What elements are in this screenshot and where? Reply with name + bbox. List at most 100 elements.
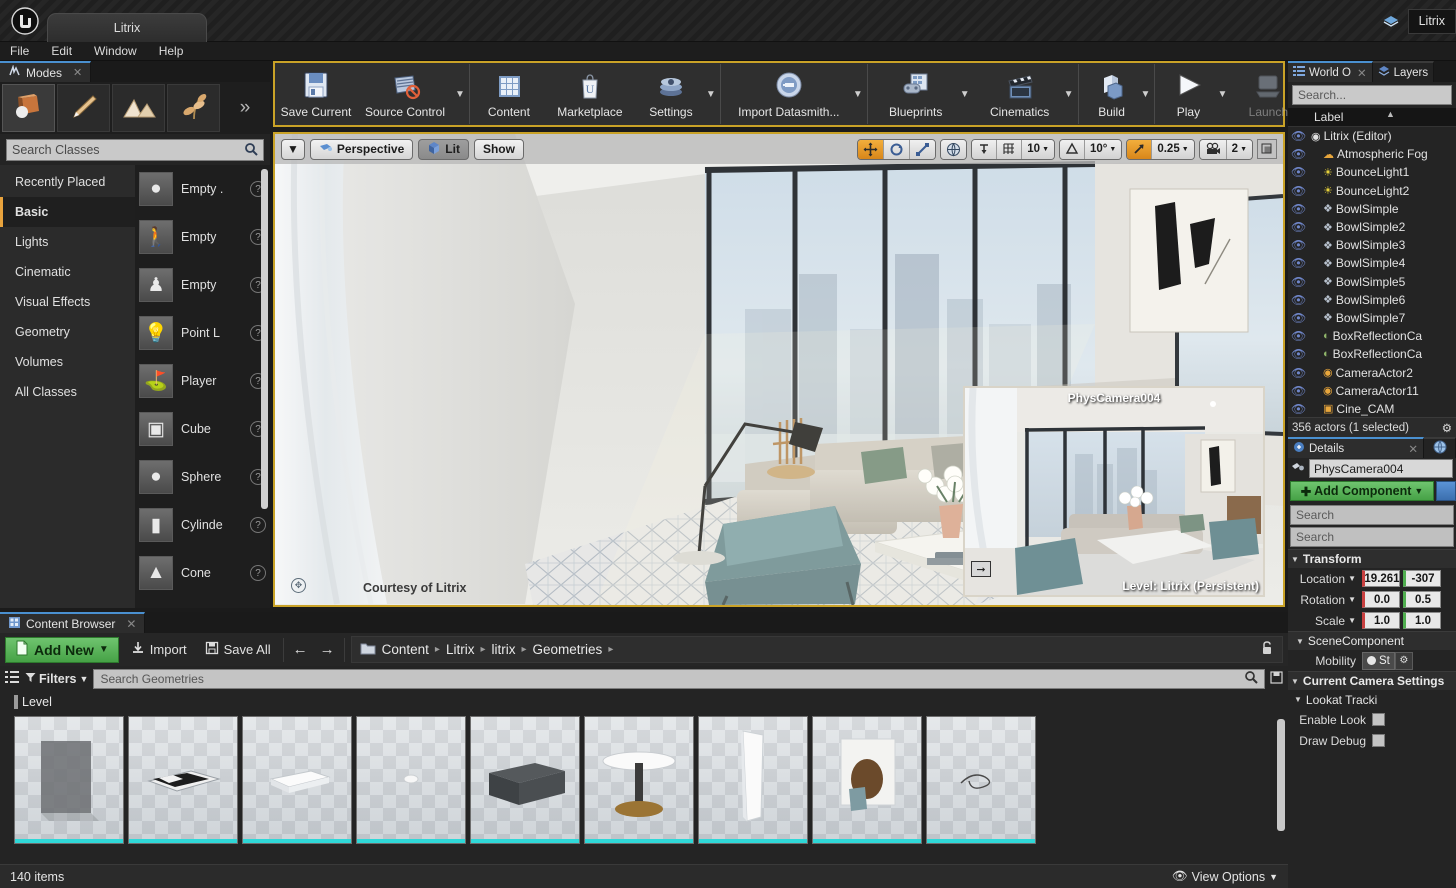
content-button[interactable]: Content	[474, 70, 544, 119]
menu-edit[interactable]: Edit	[51, 44, 84, 58]
list-item[interactable]: ● Empty . ?	[135, 165, 270, 213]
source-control-dropdown[interactable]: ▼	[455, 89, 465, 100]
eye-icon[interactable]: 👁	[1291, 329, 1306, 343]
list-item[interactable]: 💡 Point L ?	[135, 309, 270, 357]
project-tab[interactable]: Litrix	[47, 13, 207, 42]
show-button[interactable]: Show	[473, 138, 524, 160]
scale-x-field[interactable]: 1.0	[1362, 612, 1400, 629]
eye-icon[interactable]: 👁	[1291, 402, 1306, 416]
table-row[interactable]: 👁 ❖ BowlSimple3	[1288, 236, 1456, 254]
translate-gizmo-icon[interactable]	[858, 139, 885, 159]
section-current-camera-settings[interactable]: ▼ Current Camera Settings	[1288, 671, 1456, 690]
asset-tile[interactable]	[698, 716, 808, 844]
eye-icon[interactable]: 👁	[1291, 293, 1306, 307]
list-item[interactable]: ● Sphere ?	[135, 453, 270, 501]
add-component-button[interactable]: ✚ Add Component ▼	[1290, 481, 1434, 501]
list-item[interactable]: ♟ Empty ?	[135, 261, 270, 309]
list-item[interactable]: ⛳ Player ?	[135, 357, 270, 405]
surface-snap-icon[interactable]	[972, 139, 998, 159]
save-search-icon[interactable]	[1270, 670, 1283, 687]
table-row[interactable]: 👁 ◉ Litrix (Editor)	[1288, 127, 1456, 145]
blueprints-dropdown[interactable]: ▼	[960, 89, 970, 100]
level-viewport[interactable]: ▼ Perspective Lit Show 10 ▼ 10° ▼ 0.25 ▼…	[273, 132, 1285, 607]
perspective-button[interactable]: Perspective	[309, 138, 414, 160]
table-row[interactable]: 👁 ❖ BowlSimple6	[1288, 291, 1456, 309]
tab-world-outliner[interactable]: World O ✕	[1288, 61, 1373, 82]
eye-icon[interactable]: 👁	[1291, 165, 1306, 179]
eye-icon[interactable]: 👁	[1291, 311, 1306, 325]
table-row[interactable]: 👁 ❖ BowlSimple7	[1288, 309, 1456, 327]
list-item[interactable]: 🚶 Empty ?	[135, 213, 270, 261]
category-lights[interactable]: Lights	[0, 227, 135, 257]
foliage-mode-icon[interactable]	[167, 84, 220, 132]
import-button[interactable]: Import	[125, 641, 193, 658]
view-mode-button[interactable]: Lit	[418, 138, 469, 160]
table-row[interactable]: 👁 ☁ Atmospheric Fog	[1288, 145, 1456, 163]
location-x-field[interactable]: 19.261	[1362, 570, 1400, 587]
outliner-column-header[interactable]: Label ▲	[1288, 108, 1456, 127]
asset-tile[interactable]	[584, 716, 694, 844]
paint-mode-icon[interactable]	[57, 84, 110, 132]
add-new-button[interactable]: Add New ▼	[5, 636, 119, 663]
category-volumes[interactable]: Volumes	[0, 347, 135, 377]
eye-icon[interactable]: 👁	[1291, 202, 1306, 216]
table-row[interactable]: 👁 ☀ BounceLight2	[1288, 182, 1456, 200]
chevron-down-icon[interactable]: ▼	[1348, 574, 1356, 583]
help-icon[interactable]: ?	[250, 517, 266, 533]
import-datasmith-button[interactable]: Import Datasmith...	[725, 70, 853, 119]
close-icon[interactable]: ✕	[73, 66, 82, 79]
forward-button[interactable]: →	[317, 641, 338, 658]
list-item[interactable]: ▲ Cone ?	[135, 549, 270, 597]
eye-icon[interactable]: 👁	[1291, 366, 1306, 380]
rotation-x-field[interactable]: 0.0	[1362, 591, 1400, 608]
asset-tile[interactable]	[356, 716, 466, 844]
view-options-button[interactable]: 👁 View Options ▼	[1172, 869, 1278, 884]
asset-tile[interactable]	[14, 716, 124, 844]
table-row[interactable]: 👁 ❖ BowlSimple	[1288, 200, 1456, 218]
mobility-static-option[interactable]: St	[1362, 651, 1395, 670]
rotate-gizmo-icon[interactable]	[884, 139, 911, 159]
play-button[interactable]: Play	[1159, 70, 1217, 119]
settings-icon[interactable]: ⚙	[1442, 421, 1452, 435]
breadcrumb-geometries[interactable]: Geometries	[533, 642, 603, 657]
scale-gizmo-icon[interactable]	[910, 139, 936, 159]
category-basic[interactable]: Basic	[0, 197, 135, 227]
category-all-classes[interactable]: All Classes	[0, 377, 135, 407]
table-row[interactable]: 👁 ◐ BoxReflectionCa	[1288, 345, 1456, 363]
tab-content-browser[interactable]: Content Browser ✕	[0, 612, 146, 633]
asset-tile[interactable]	[926, 716, 1036, 844]
import-datasmith-dropdown[interactable]: ▼	[853, 89, 863, 100]
source-control-button[interactable]: Source Control	[355, 70, 455, 119]
table-row[interactable]: 👁 ▣ Cine_CAM	[1288, 400, 1456, 417]
play-dropdown[interactable]: ▼	[1217, 89, 1227, 100]
grid-snap-value[interactable]: 10 ▼	[1022, 139, 1054, 159]
level-chip[interactable]: Level	[14, 695, 52, 709]
eye-icon[interactable]: 👁	[1291, 129, 1306, 143]
search-classes-input[interactable]: Search Classes	[6, 139, 264, 161]
search-geometries-input[interactable]: Search Geometries	[93, 668, 1265, 689]
tab-world-settings[interactable]	[1424, 437, 1456, 458]
category-recently-placed[interactable]: Recently Placed	[0, 167, 135, 197]
category-cinematic[interactable]: Cinematic	[0, 257, 135, 287]
chevron-down-icon[interactable]: ▼	[1348, 616, 1356, 625]
maximize-viewport-icon[interactable]	[1257, 139, 1277, 159]
category-visual-effects[interactable]: Visual Effects	[0, 287, 135, 317]
cinematics-dropdown[interactable]: ▼	[1064, 89, 1074, 100]
build-dropdown[interactable]: ▼	[1141, 89, 1151, 100]
rotation-y-field[interactable]: 0.5	[1403, 591, 1441, 608]
subsection-lookat-tracking[interactable]: ▼ Lookat Tracki	[1288, 690, 1456, 709]
actor-name-field[interactable]: PhysCamera004	[1309, 459, 1453, 478]
camera-speed-value[interactable]: 2 ▼	[1226, 139, 1252, 159]
details-search-input-1[interactable]: Search	[1290, 505, 1454, 525]
table-row[interactable]: 👁 ❖ BowlSimple2	[1288, 218, 1456, 236]
grid-snap-icon[interactable]	[997, 139, 1023, 159]
location-y-field[interactable]: -307	[1403, 570, 1441, 587]
table-row[interactable]: 👁 ❖ BowlSimple5	[1288, 273, 1456, 291]
details-search-input-2[interactable]: Search	[1290, 527, 1454, 547]
back-button[interactable]: ←	[290, 641, 311, 658]
camera-speed-icon[interactable]	[1199, 139, 1227, 159]
outliner-search-input[interactable]: Search...	[1292, 85, 1452, 105]
mobility-icon[interactable]: ⚙	[1394, 651, 1413, 670]
content-grid-scrollbar[interactable]	[1277, 719, 1285, 831]
asset-tile[interactable]	[470, 716, 580, 844]
